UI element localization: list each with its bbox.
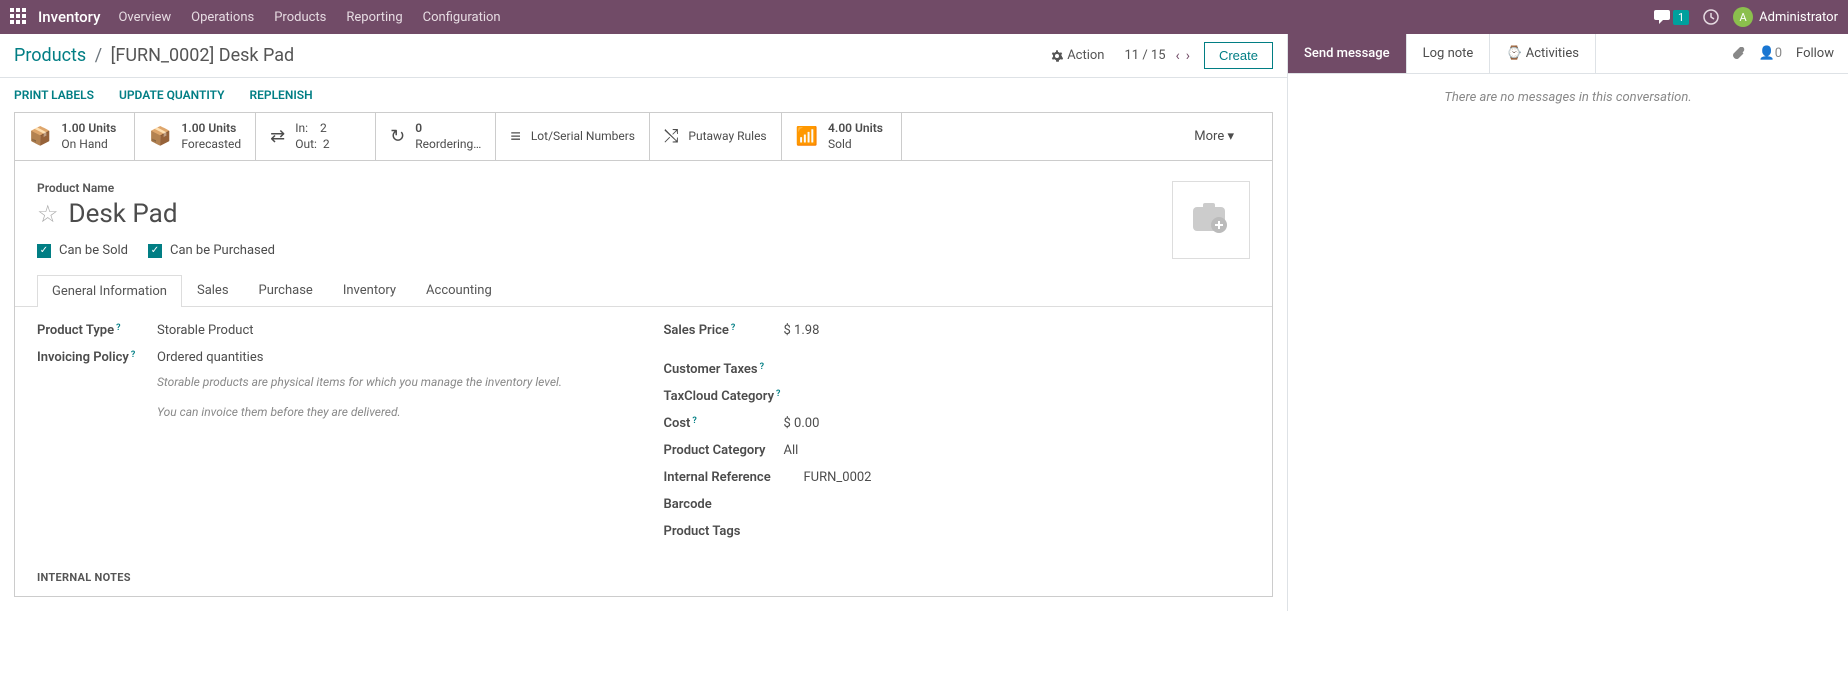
pager-prev[interactable]: ‹ — [1176, 48, 1180, 64]
nav-configuration[interactable]: Configuration — [423, 10, 501, 25]
value-sales-price[interactable]: $ 1.98 — [784, 323, 1251, 338]
print-labels-button[interactable]: PRINT LABELS — [14, 88, 94, 102]
update-quantity-button[interactable]: UPDATE QUANTITY — [119, 88, 225, 102]
value-customer-taxes[interactable] — [784, 362, 1251, 377]
label-customer-taxes: Customer Taxes? — [664, 362, 784, 377]
value-cost[interactable]: $ 0.00 — [784, 416, 1251, 431]
pager-next[interactable]: › — [1186, 48, 1190, 64]
topbar: Inventory Overview Operations Products R… — [0, 0, 1848, 34]
tab-purchase[interactable]: Purchase — [244, 274, 328, 306]
label-product-type: Product Type? — [37, 323, 157, 338]
label-invoicing-policy: Invoicing Policy? — [37, 350, 157, 421]
stat-sold[interactable]: 📶 4.00 UnitsSold — [782, 113, 902, 160]
label-sales-price: Sales Price? — [664, 323, 784, 338]
internal-notes-heading: INTERNAL NOTES — [15, 567, 1272, 596]
label-product-category: Product Category — [664, 443, 784, 458]
form-view: Products / [FURN_0002] Desk Pad Action 1… — [0, 34, 1288, 611]
nav-products[interactable]: Products — [274, 10, 326, 25]
app-brand[interactable]: Inventory — [38, 8, 100, 26]
messaging-icon[interactable]: 1 — [1654, 10, 1689, 25]
stat-lot-serial[interactable]: ≡ Lot/Serial Numbers — [496, 113, 650, 160]
breadcrumb: Products / [FURN_0002] Desk Pad — [14, 45, 294, 66]
refresh-icon: ↻ — [390, 126, 405, 147]
send-message-button[interactable]: Send message — [1288, 34, 1407, 73]
breadcrumb-parent[interactable]: Products — [14, 45, 86, 66]
exchange-icon: ⇄ — [270, 126, 285, 147]
statusbar-buttons: PRINT LABELS UPDATE QUANTITY REPLENISH — [0, 78, 1287, 112]
log-note-button[interactable]: Log note — [1407, 34, 1491, 73]
label-barcode: Barcode — [664, 497, 784, 512]
list-icon: ≡ — [510, 126, 521, 147]
followers-count[interactable]: 👤0 — [1759, 46, 1783, 61]
action-button[interactable]: Action — [1051, 48, 1104, 63]
value-taxcloud[interactable] — [804, 389, 1251, 404]
attachments-icon[interactable] — [1731, 47, 1745, 61]
stat-forecasted[interactable]: 📦 1.00 UnitsForecasted — [135, 113, 256, 160]
message-count: 1 — [1673, 10, 1689, 25]
label-taxcloud: TaxCloud Category? — [664, 389, 804, 404]
stat-reordering[interactable]: ↻ 0Reordering… — [376, 113, 496, 160]
tab-sales[interactable]: Sales — [182, 274, 244, 306]
stat-putaway[interactable]: ⤭ Putaway Rules — [650, 113, 782, 160]
stat-in-out[interactable]: ⇄ In: 2Out: 2 — [256, 113, 376, 160]
tab-general-info[interactable]: General Information — [37, 275, 182, 307]
label-product-tags: Product Tags — [664, 524, 784, 539]
value-invoicing-policy[interactable]: Ordered quantities Storable products are… — [157, 350, 624, 421]
can-be-purchased-checkbox[interactable]: ✓Can be Purchased — [148, 243, 275, 258]
nav-reporting[interactable]: Reporting — [346, 10, 402, 25]
tab-inventory[interactable]: Inventory — [328, 274, 411, 306]
value-product-type[interactable]: Storable Product — [157, 323, 624, 338]
can-be-sold-checkbox[interactable]: ✓Can be Sold — [37, 243, 128, 258]
signal-icon: 📶 — [796, 126, 818, 147]
replenish-button[interactable]: REPLENISH — [249, 88, 312, 102]
product-name-label: Product Name — [37, 181, 1250, 195]
apps-icon[interactable] — [10, 8, 28, 26]
activities-icon[interactable] — [1703, 9, 1719, 25]
chatter: Send message Log note ⌚ Activities 👤0 Fo… — [1288, 34, 1848, 611]
user-name: Administrator — [1759, 10, 1838, 25]
breadcrumb-current: [FURN_0002] Desk Pad — [111, 45, 295, 66]
user-menu[interactable]: A Administrator — [1733, 7, 1838, 27]
product-image[interactable] — [1172, 181, 1250, 259]
random-icon: ⤭ — [664, 126, 678, 147]
boxes-icon: 📦 — [149, 126, 171, 147]
nav-overview[interactable]: Overview — [118, 10, 171, 25]
favorite-star-icon[interactable]: ☆ — [37, 200, 59, 228]
button-box: 📦 1.00 UnitsOn Hand 📦 1.00 UnitsForecast… — [15, 113, 1272, 161]
activities-button[interactable]: ⌚ Activities — [1490, 34, 1596, 73]
label-cost: Cost? — [664, 416, 784, 431]
stat-more[interactable]: More ▾ — [1176, 113, 1252, 160]
notebook-tabs: General Information Sales Purchase Inven… — [15, 274, 1272, 307]
follow-button[interactable]: Follow — [1796, 46, 1834, 61]
boxes-icon: 📦 — [29, 126, 51, 147]
value-internal-ref[interactable]: FURN_0002 — [804, 470, 1251, 485]
nav-operations[interactable]: Operations — [191, 10, 254, 25]
chatter-empty: There are no messages in this conversati… — [1288, 74, 1848, 121]
product-name[interactable]: Desk Pad — [69, 199, 178, 229]
label-internal-ref: Internal Reference — [664, 470, 804, 485]
value-barcode[interactable] — [784, 497, 1251, 512]
avatar: A — [1733, 7, 1753, 27]
value-product-category[interactable]: All — [784, 443, 1251, 458]
stat-on-hand[interactable]: 📦 1.00 UnitsOn Hand — [15, 113, 135, 160]
create-button[interactable]: Create — [1204, 42, 1273, 69]
value-product-tags[interactable] — [784, 524, 1251, 539]
pager[interactable]: 11 / 15 — [1124, 48, 1165, 63]
tab-accounting[interactable]: Accounting — [411, 274, 507, 306]
